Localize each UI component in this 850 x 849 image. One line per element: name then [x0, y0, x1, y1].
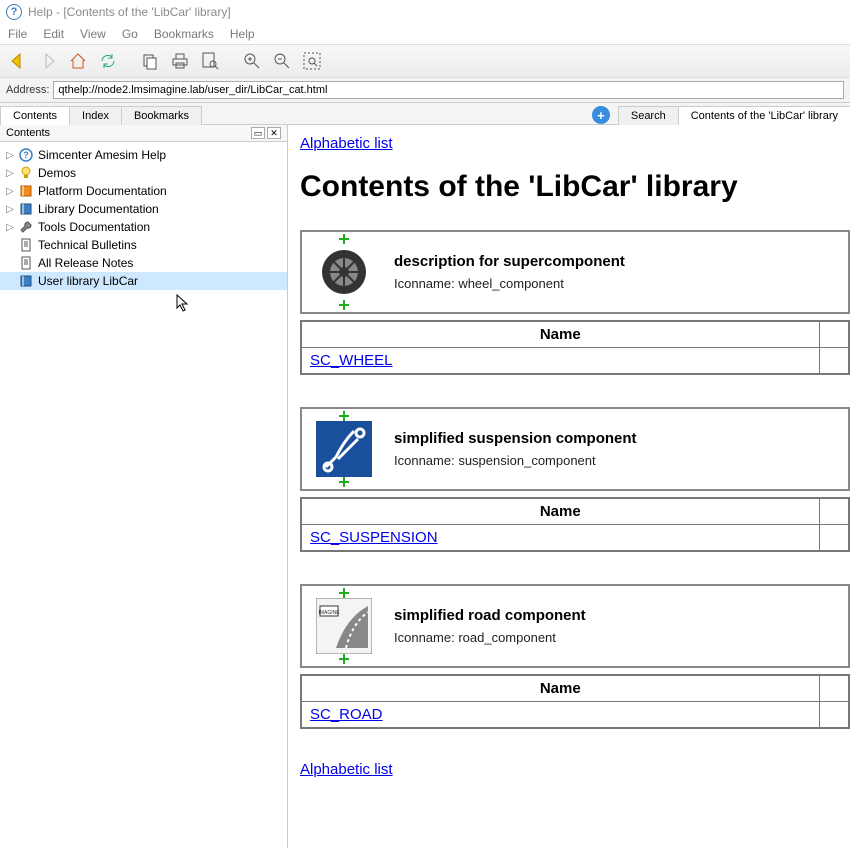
suspension-component-icon [312, 417, 376, 481]
page-icon [18, 255, 34, 271]
tree-item-label: Library Documentation [38, 202, 159, 216]
component-description: simplified suspension component [394, 430, 637, 447]
sidebar-title: Contents [6, 127, 50, 139]
help-app-icon: ? [6, 4, 22, 20]
menu-view[interactable]: View [80, 27, 106, 41]
find-in-page-button[interactable] [198, 49, 222, 73]
zoom-reset-button[interactable] [300, 49, 324, 73]
zoom-in-button[interactable] [240, 49, 264, 73]
sync-button[interactable] [96, 49, 120, 73]
print-button[interactable] [168, 49, 192, 73]
book-blue-icon [18, 273, 34, 289]
component-link-SC_ROAD[interactable]: SC_ROAD [310, 706, 383, 723]
book-blue-icon [18, 201, 34, 217]
menu-help[interactable]: Help [230, 27, 255, 41]
menu-go[interactable]: Go [122, 27, 138, 41]
copy-button[interactable] [138, 49, 162, 73]
tree-item-label: All Release Notes [38, 256, 133, 270]
tree-item-label: Demos [38, 166, 76, 180]
alphabetic-list-link-bottom[interactable]: Alphabetic list [300, 761, 393, 778]
svg-text:?: ? [23, 150, 29, 160]
toolbar [0, 44, 850, 78]
sidebar-header: Contents ▭ ✕ [0, 125, 287, 142]
help-content[interactable]: Alphabetic list Contents of the 'LibCar'… [288, 125, 850, 848]
forward-button[interactable] [36, 49, 60, 73]
component-iconname: Iconname: road_component [394, 630, 586, 645]
contents-tree[interactable]: ▷? Simcenter Amesim Help ▷ Demos ▷ Platform D… [0, 142, 287, 848]
page-icon [18, 237, 34, 253]
back-button[interactable] [6, 49, 30, 73]
component-box-1: simplified suspension component Iconname:… [300, 407, 850, 491]
book-orange-icon [18, 183, 34, 199]
name-column-header: Name [301, 498, 819, 525]
tree-item-3[interactable]: ▷ Library Documentation [0, 200, 287, 218]
component-description: simplified road component [394, 607, 586, 624]
tree-item-6[interactable]: All Release Notes [0, 254, 287, 272]
tree-item-label: User library LibCar [38, 274, 138, 288]
address-input[interactable] [53, 81, 844, 99]
tree-item-label: Tools Documentation [38, 220, 150, 234]
menu-file[interactable]: File [8, 27, 27, 41]
tab-contents[interactable]: Contents [0, 106, 70, 125]
tab-strip: ContentsIndexBookmarks + SearchContents … [0, 103, 850, 125]
component-name-table-2: Name SC_ROAD [300, 674, 850, 729]
close-panel-button[interactable]: ✕ [267, 127, 281, 139]
tree-item-2[interactable]: ▷ Platform Documentation [0, 182, 287, 200]
address-label: Address: [6, 84, 49, 96]
doc-tab-1[interactable]: Contents of the 'LibCar' library [678, 106, 850, 125]
component-description: description for supercomponent [394, 253, 625, 270]
tree-caret-icon[interactable]: ▷ [4, 168, 16, 179]
menu-edit[interactable]: Edit [43, 27, 64, 41]
tree-caret-icon[interactable]: ▷ [4, 150, 16, 161]
tree-item-label: Technical Bulletins [38, 238, 137, 252]
component-name-table-0: Name SC_WHEEL [300, 320, 850, 375]
tree-item-5[interactable]: Technical Bulletins [0, 236, 287, 254]
name-column-header: Name [301, 675, 819, 702]
tree-caret-icon[interactable]: ▷ [4, 222, 16, 233]
question-icon: ? [18, 147, 34, 163]
tab-bookmarks[interactable]: Bookmarks [121, 106, 202, 125]
name-column-header: Name [301, 321, 819, 348]
tree-item-label: Platform Documentation [38, 184, 167, 198]
component-name-table-1: Name SC_SUSPENSION [300, 497, 850, 552]
tree-item-0[interactable]: ▷? Simcenter Amesim Help [0, 146, 287, 164]
component-box-2: IMAGINE simplified road component Iconname… [300, 584, 850, 668]
page-heading: Contents of the 'LibCar' library [300, 170, 850, 204]
doc-tab-0[interactable]: Search [618, 106, 679, 125]
address-bar: Address: [0, 78, 850, 103]
contents-sidebar: Contents ▭ ✕ ▷? Simcenter Amesim Help ▷ Dem… [0, 125, 288, 848]
component-link-SC_SUSPENSION[interactable]: SC_SUSPENSION [310, 529, 438, 546]
wrench-icon [18, 219, 34, 235]
tab-index[interactable]: Index [69, 106, 122, 125]
home-button[interactable] [66, 49, 90, 73]
tree-item-1[interactable]: ▷ Demos [0, 164, 287, 182]
tree-caret-icon[interactable]: ▷ [4, 186, 16, 197]
tree-item-4[interactable]: ▷ Tools Documentation [0, 218, 287, 236]
title-bar: ? Help - [Contents of the 'LibCar' libra… [0, 0, 850, 24]
add-tab-button[interactable]: + [592, 106, 610, 124]
undock-panel-button[interactable]: ▭ [251, 127, 265, 139]
svg-text:IMAGINE: IMAGINE [318, 610, 340, 616]
alphabetic-list-link-top[interactable]: Alphabetic list [300, 135, 393, 152]
window-title: Help - [Contents of the 'LibCar' library… [28, 5, 231, 19]
bulb-icon [18, 165, 34, 181]
tree-item-label: Simcenter Amesim Help [38, 148, 166, 162]
component-iconname: Iconname: wheel_component [394, 276, 625, 291]
wheel-component-icon [312, 240, 376, 304]
tree-caret-icon[interactable]: ▷ [4, 204, 16, 215]
menu-bookmarks[interactable]: Bookmarks [154, 27, 214, 41]
tree-item-7[interactable]: User library LibCar [0, 272, 287, 290]
component-box-0: description for supercomponent Iconname: … [300, 230, 850, 314]
component-iconname: Iconname: suspension_component [394, 453, 637, 468]
zoom-out-button[interactable] [270, 49, 294, 73]
component-link-SC_WHEEL[interactable]: SC_WHEEL [310, 352, 393, 369]
road-component-icon: IMAGINE [312, 594, 376, 658]
menu-bar: File Edit View Go Bookmarks Help [0, 24, 850, 44]
